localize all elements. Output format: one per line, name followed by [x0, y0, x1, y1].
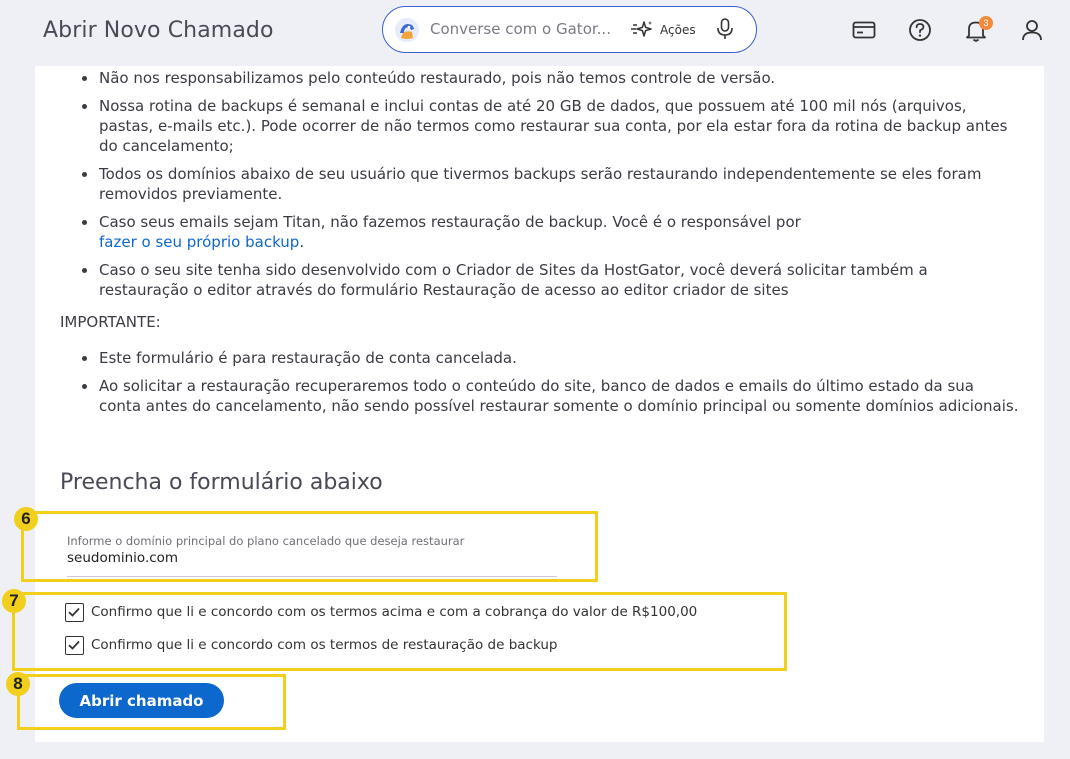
list-item: Nossa rotina de backups é semanal e incl…: [60, 96, 1020, 156]
backup-terms-checkbox-row[interactable]: Confirmo que li e concordo com os termos…: [65, 635, 558, 655]
list-item: Ao solicitar a restauração recuperaremos…: [60, 376, 1020, 416]
step-marker-7: 7: [2, 589, 26, 613]
gator-avatar-icon: [395, 18, 419, 42]
list-item: Não nos responsabilizamos pelo conteúdo …: [60, 68, 1020, 88]
checkmark-icon: [68, 607, 80, 617]
backup-terms-checkbox-label: Confirmo que li e concordo com os termos…: [91, 637, 558, 653]
step-marker-6: 6: [14, 507, 38, 531]
list-item: Todos os domínios abaixo de seu usuário …: [60, 164, 1020, 204]
terms-checkbox-row[interactable]: Confirmo que li e concordo com os termos…: [65, 602, 697, 622]
page-title: Abrir Novo Chamado: [43, 18, 274, 43]
backup-terms-checkbox[interactable]: [65, 635, 84, 655]
actions-label: Ações: [660, 23, 696, 37]
header: Abrir Novo Chamado Converse com o Gator.…: [0, 0, 1070, 66]
help-circle-icon[interactable]: [907, 17, 933, 43]
microphone-icon[interactable]: [716, 18, 734, 40]
info-section: Não nos responsabilizamos pelo conteúdo …: [60, 68, 1020, 424]
list-item: Caso seus emails sejam Titan, não fazemo…: [60, 212, 1020, 252]
gator-chat-search[interactable]: Converse com o Gator... Ações: [382, 6, 757, 53]
important-list: Este formulário é para restauração de co…: [60, 348, 1020, 416]
terms-checkbox[interactable]: [65, 602, 84, 622]
own-backup-link[interactable]: fazer o seu próprio backup: [99, 233, 299, 251]
checkmark-icon: [68, 640, 80, 650]
domain-field[interactable]: Informe o domínio principal do plano can…: [67, 533, 557, 577]
sparkle-icon: [631, 21, 652, 37]
open-ticket-button[interactable]: Abrir chamado: [59, 683, 224, 718]
terms-checkbox-label: Confirmo que li e concordo com os termos…: [91, 604, 698, 620]
user-icon[interactable]: [1019, 17, 1045, 43]
domain-input[interactable]: [67, 550, 547, 566]
search-placeholder[interactable]: Converse com o Gator...: [430, 20, 618, 38]
notification-badge: 3: [979, 16, 993, 30]
important-label: IMPORTANTE:: [60, 313, 161, 331]
backup-terms-list: Não nos responsabilizamos pelo conteúdo …: [60, 68, 1020, 300]
form-heading: Preencha o formulário abaixo: [60, 470, 383, 495]
list-item: Caso o seu site tenha sido desenvolvido …: [60, 260, 1020, 300]
domain-field-label: Informe o domínio principal do plano can…: [67, 534, 465, 548]
list-item: Este formulário é para restauração de co…: [60, 348, 1020, 368]
actions-button[interactable]: Ações: [630, 18, 696, 42]
credit-card-icon[interactable]: [851, 17, 877, 43]
step-marker-8: 8: [6, 672, 30, 696]
